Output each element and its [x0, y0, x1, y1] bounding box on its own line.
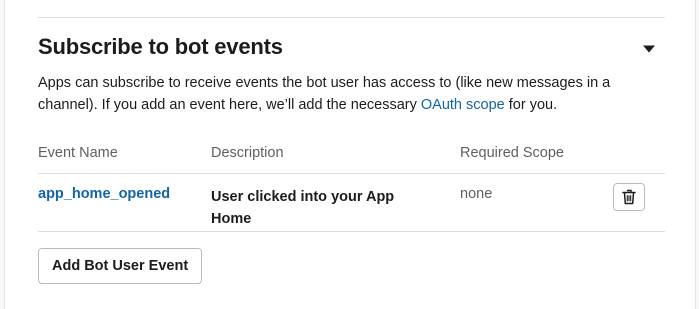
section-divider — [38, 17, 665, 18]
delete-event-button[interactable] — [613, 183, 645, 211]
trash-icon — [622, 189, 636, 205]
column-header-event-name: Event Name — [38, 145, 118, 161]
table-row-divider — [38, 231, 665, 232]
page: Subscribe to bot events Apps can subscri… — [0, 0, 699, 309]
collapse-toggle[interactable] — [641, 42, 657, 56]
table-header-divider — [38, 173, 665, 174]
column-header-required-scope: Required Scope — [460, 145, 564, 161]
add-bot-user-event-button[interactable]: Add Bot User Event — [38, 248, 203, 284]
section-title: Subscribe to bot events — [38, 34, 283, 59]
caret-down-icon — [643, 45, 655, 53]
description-text-end: for you. — [504, 97, 558, 113]
oauth-scope-link[interactable]: OAuth scope — [421, 97, 505, 113]
event-required-scope: none — [460, 186, 493, 202]
event-name-link[interactable]: app_home_opened — [38, 186, 170, 202]
settings-card: Subscribe to bot events Apps can subscri… — [4, 0, 696, 309]
event-description: User clicked into your App Home — [211, 189, 395, 227]
section-description: Apps can subscribe to receive events the… — [38, 72, 668, 116]
column-header-description: Description — [211, 145, 284, 161]
